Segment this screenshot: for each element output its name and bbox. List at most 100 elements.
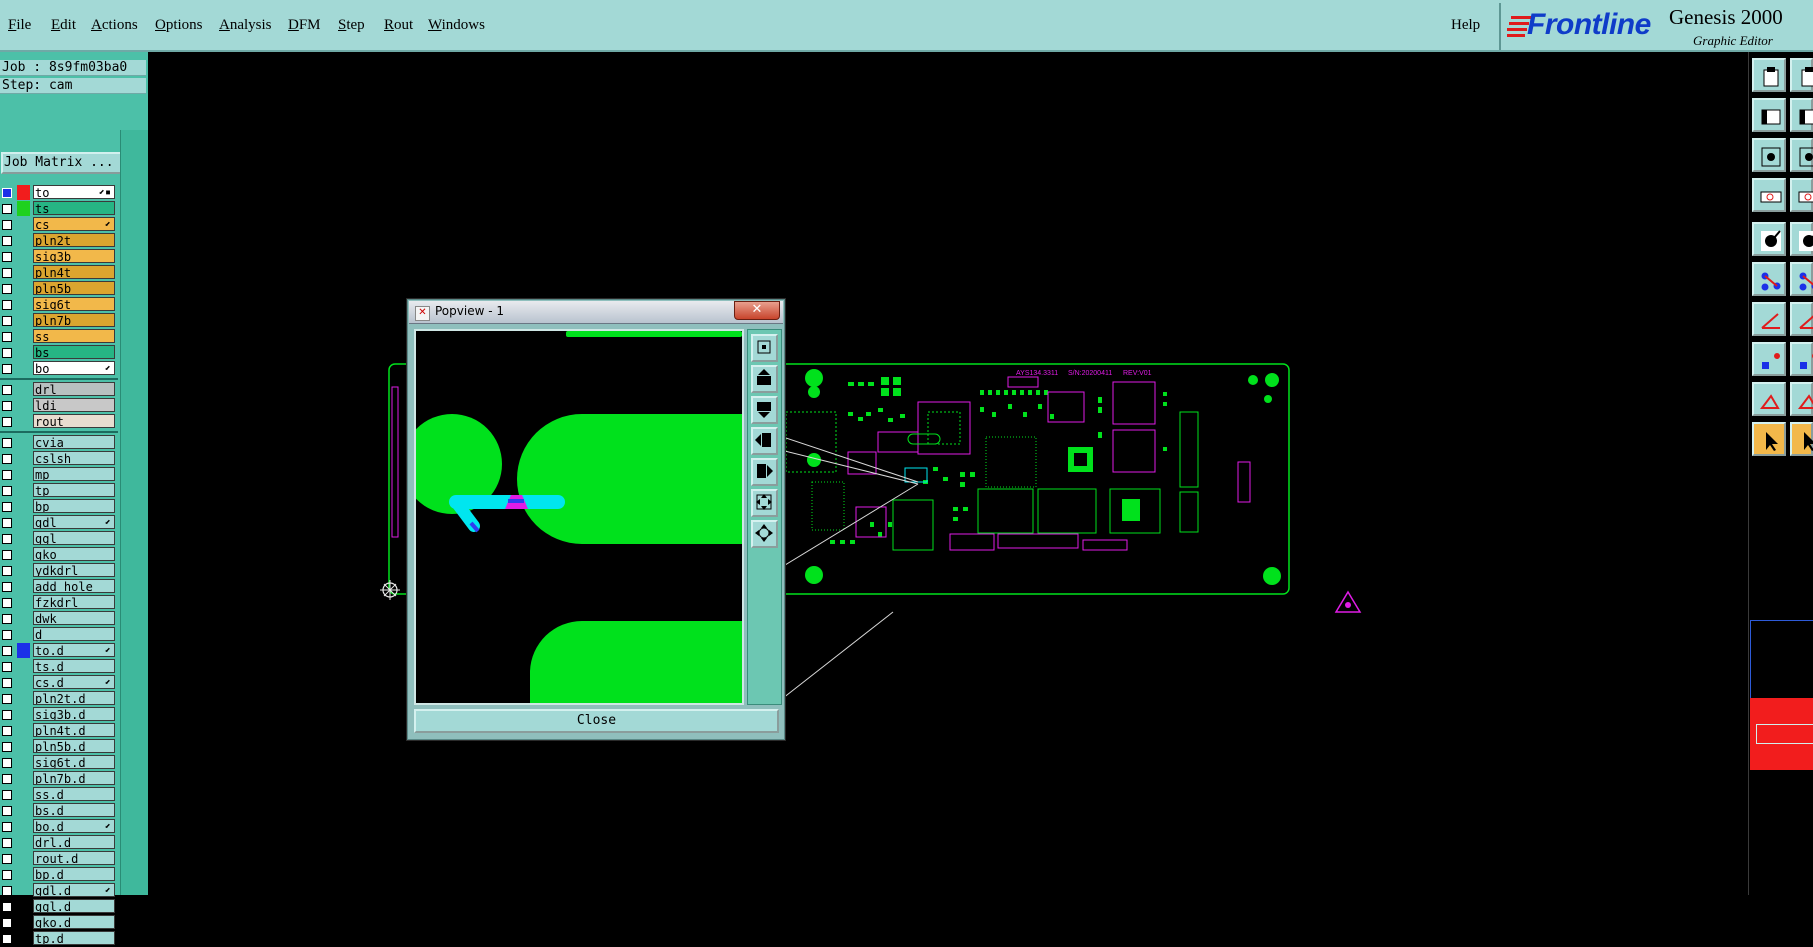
zoom-extent-tool-button-2[interactable] bbox=[1790, 178, 1813, 212]
layer-checkbox[interactable] bbox=[2, 726, 12, 736]
layer-name[interactable]: bs.d bbox=[33, 803, 115, 817]
measure-tool-button[interactable] bbox=[1752, 222, 1786, 256]
layer-checkbox[interactable] bbox=[2, 401, 12, 411]
layer-color-swatch[interactable] bbox=[17, 345, 30, 360]
layer-color-swatch[interactable] bbox=[17, 771, 30, 786]
layer-name[interactable]: ts bbox=[33, 201, 115, 215]
layer-color-swatch[interactable] bbox=[17, 739, 30, 754]
layer-row-bs[interactable]: bs bbox=[0, 345, 118, 361]
layer-name[interactable]: gdl⬋ bbox=[33, 515, 115, 529]
layer-name[interactable]: dwk bbox=[33, 611, 115, 625]
menu-analysis[interactable]: Analysis bbox=[219, 17, 272, 34]
layer-name[interactable]: pln4t bbox=[33, 265, 115, 279]
layer-color-swatch[interactable] bbox=[17, 547, 30, 562]
layer-row-bo-d[interactable]: bo.d⬋ bbox=[0, 819, 118, 835]
layer-color-swatch[interactable] bbox=[17, 531, 30, 546]
layer-name[interactable]: cs.d⬋ bbox=[33, 675, 115, 689]
layer-row-pln5b-d[interactable]: pln5b.d bbox=[0, 739, 118, 755]
layer-name[interactable]: add_hole bbox=[33, 579, 115, 593]
layer-checkbox[interactable] bbox=[2, 902, 12, 912]
layer-name[interactable]: d bbox=[33, 627, 115, 641]
layer-checkbox[interactable] bbox=[2, 710, 12, 720]
layer-checkbox[interactable] bbox=[2, 417, 12, 427]
layer-color-swatch[interactable] bbox=[17, 217, 30, 232]
layer-checkbox[interactable] bbox=[2, 646, 12, 656]
layer-color-swatch[interactable] bbox=[17, 611, 30, 626]
step-right-button[interactable] bbox=[751, 458, 778, 486]
layer-name[interactable]: ss.d bbox=[33, 787, 115, 801]
layer-color-swatch[interactable] bbox=[17, 579, 30, 594]
layer-name[interactable]: cvia bbox=[33, 435, 115, 449]
zoom-extent-tool-button[interactable] bbox=[1752, 178, 1786, 212]
layer-checkbox[interactable] bbox=[2, 204, 12, 214]
layer-row-tp-d[interactable]: tp.d bbox=[0, 931, 118, 947]
layer-checkbox[interactable] bbox=[2, 268, 12, 278]
layer-color-swatch[interactable] bbox=[17, 265, 30, 280]
fit-screen-tool-button-2[interactable] bbox=[1790, 98, 1813, 132]
layer-name[interactable]: cslsh bbox=[33, 451, 115, 465]
layer-checkbox[interactable] bbox=[2, 918, 12, 928]
menu-dfm[interactable]: DFM bbox=[288, 17, 321, 34]
layer-name[interactable]: ydkdrl bbox=[33, 563, 115, 577]
layer-checkbox[interactable] bbox=[2, 790, 12, 800]
layer-name[interactable]: pln7b bbox=[33, 313, 115, 327]
layer-checkbox[interactable] bbox=[2, 854, 12, 864]
zoom-home-button[interactable] bbox=[751, 334, 778, 362]
layer-name[interactable]: gko.d bbox=[33, 915, 115, 929]
layer-row-drl[interactable]: drl bbox=[0, 382, 118, 398]
menu-edit[interactable]: Edit bbox=[51, 17, 76, 34]
layer-color-swatch[interactable] bbox=[17, 483, 30, 498]
layer-checkbox[interactable] bbox=[2, 300, 12, 310]
layer-checkbox[interactable] bbox=[2, 470, 12, 480]
menu-step[interactable]: Step bbox=[338, 17, 365, 34]
layer-color-swatch[interactable] bbox=[17, 435, 30, 450]
layer-name[interactable]: ggl.d bbox=[33, 899, 115, 913]
layer-name[interactable]: mp bbox=[33, 467, 115, 481]
layer-row-sig3b[interactable]: sig3b bbox=[0, 249, 118, 265]
layer-checkbox[interactable] bbox=[2, 582, 12, 592]
menu-rout[interactable]: Rout bbox=[384, 17, 413, 34]
layer-row-pln4t[interactable]: pln4t bbox=[0, 265, 118, 281]
layer-color-swatch[interactable] bbox=[17, 803, 30, 818]
layer-color-swatch[interactable] bbox=[17, 691, 30, 706]
layer-row-ts-d[interactable]: ts.d bbox=[0, 659, 118, 675]
layer-row-ldi[interactable]: ldi bbox=[0, 398, 118, 414]
layer-row-mp[interactable]: mp bbox=[0, 467, 118, 483]
layer-name[interactable]: pln2t.d bbox=[33, 691, 115, 705]
layer-name[interactable]: ggl bbox=[33, 531, 115, 545]
layer-color-swatch[interactable] bbox=[17, 883, 30, 898]
layer-checkbox[interactable] bbox=[2, 934, 12, 944]
step-down-button[interactable] bbox=[751, 396, 778, 424]
layer-checkbox[interactable] bbox=[2, 364, 12, 374]
layer-row-pln4t-d[interactable]: pln4t.d bbox=[0, 723, 118, 739]
layer-row-gdl-d[interactable]: gdl.d⬋ bbox=[0, 883, 118, 899]
layer-checkbox[interactable] bbox=[2, 348, 12, 358]
layer-color-swatch[interactable] bbox=[17, 398, 30, 413]
layer-row-drl-d[interactable]: drl.d bbox=[0, 835, 118, 851]
fit-screen-tool-button[interactable] bbox=[1752, 98, 1786, 132]
zoom-fit-button[interactable] bbox=[751, 489, 778, 517]
layer-color-swatch[interactable] bbox=[17, 297, 30, 312]
layer-color-swatch[interactable] bbox=[17, 675, 30, 690]
layer-name[interactable]: bs bbox=[33, 345, 115, 359]
layer-checkbox[interactable] bbox=[2, 742, 12, 752]
layer-name[interactable]: fzkdrl bbox=[33, 595, 115, 609]
popview-viewport[interactable] bbox=[414, 329, 744, 705]
layer-name[interactable]: sig6t.d bbox=[33, 755, 115, 769]
layer-row-pln7b[interactable]: pln7b bbox=[0, 313, 118, 329]
layer-row-pln5b[interactable]: pln5b bbox=[0, 281, 118, 297]
layer-color-swatch[interactable] bbox=[17, 819, 30, 834]
layer-color-swatch[interactable] bbox=[17, 499, 30, 514]
layer-checkbox[interactable] bbox=[2, 806, 12, 816]
layer-color-swatch[interactable] bbox=[17, 723, 30, 738]
layer-row-dwk[interactable]: dwk bbox=[0, 611, 118, 627]
layer-color-swatch[interactable] bbox=[17, 867, 30, 882]
layer-row-add_hole[interactable]: add_hole bbox=[0, 579, 118, 595]
layer-color-swatch[interactable] bbox=[17, 281, 30, 296]
layer-color-swatch[interactable] bbox=[17, 233, 30, 248]
layer-name[interactable]: rout bbox=[33, 414, 115, 428]
layer-checkbox[interactable] bbox=[2, 220, 12, 230]
close-icon[interactable]: ✕ bbox=[734, 301, 780, 320]
clipboard-tool-button-2[interactable] bbox=[1790, 58, 1813, 92]
layer-color-swatch[interactable] bbox=[17, 414, 30, 429]
